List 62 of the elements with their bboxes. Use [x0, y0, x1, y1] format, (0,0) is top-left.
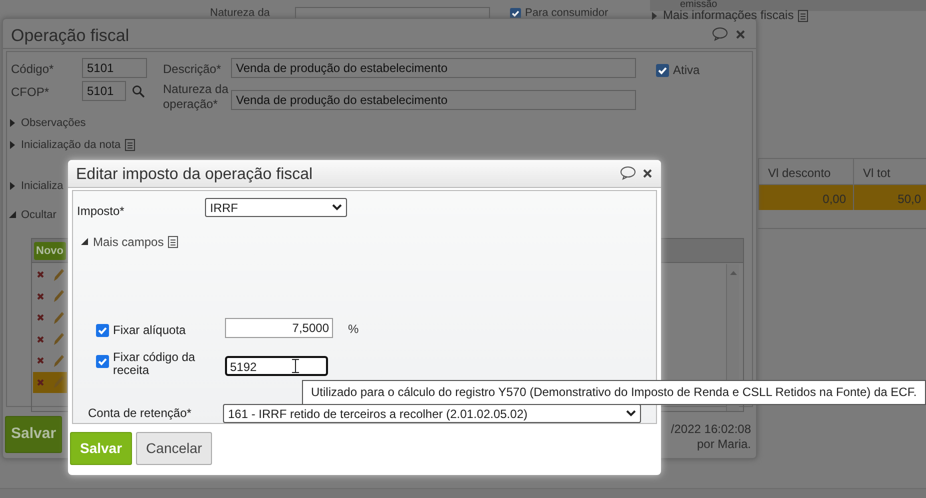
- save-button[interactable]: Salvar: [5, 416, 62, 452]
- delete-icon[interactable]: [37, 336, 44, 342]
- note-icon: [168, 236, 178, 248]
- section-toggle[interactable]: Inicialização da nota: [21, 138, 121, 152]
- audit-text: por Maria.: [696, 437, 751, 452]
- section-toggle[interactable]: Mais informações fiscais: [663, 9, 794, 22]
- section-toggle[interactable]: Ocultar: [21, 208, 56, 222]
- column-header[interactable]: Vl tot: [853, 159, 926, 184]
- table-row[interactable]: [33, 372, 67, 392]
- section-toggle[interactable]: Mais campos: [93, 233, 164, 251]
- checkbox[interactable]: [510, 8, 521, 19]
- checkbox-label: Fixar código da receita: [113, 351, 196, 377]
- delete-icon[interactable]: [37, 314, 44, 321]
- close-icon[interactable]: [643, 169, 652, 178]
- checkbox[interactable]: [656, 64, 669, 76]
- unit-label: %: [348, 321, 359, 338]
- delete-icon[interactable]: [37, 292, 44, 300]
- table-cell: 0,00: [758, 185, 853, 210]
- text-cursor-icon: [292, 359, 299, 373]
- triangle-icon[interactable]: [80, 237, 89, 247]
- input-field[interactable]: 5101: [82, 58, 147, 78]
- dialog-title: Operação fiscal: [3, 19, 756, 49]
- chevron-down-icon: [332, 204, 342, 211]
- input-field[interactable]: Venda de produção do estabelecimento: [231, 90, 636, 110]
- checkbox[interactable]: [96, 324, 109, 336]
- input-field[interactable]: Venda de produção do estabelecimento: [231, 58, 636, 78]
- field-label: Descrição*: [163, 62, 222, 77]
- field-label: Imposto*: [77, 204, 124, 219]
- input-field[interactable]: 5192: [225, 356, 328, 376]
- checkbox-label: Para consumidor: [525, 7, 608, 20]
- checkbox[interactable]: [96, 355, 109, 368]
- field-label: Natureza da operação*: [163, 82, 230, 112]
- select-field[interactable]: 161 - IRRF retido de terceiros a recolher (2.01.02.05.02): [223, 404, 641, 423]
- note-icon: [798, 10, 808, 22]
- cancel-button[interactable]: Cancelar: [136, 432, 212, 465]
- checkbox-label: Ativa: [673, 62, 700, 79]
- delete-icon[interactable]: [37, 271, 44, 278]
- input-field[interactable]: 7,5000: [225, 318, 333, 338]
- input-field[interactable]: 5101: [82, 81, 126, 101]
- table-cell: 50,0: [853, 185, 926, 210]
- section-toggle[interactable]: Observações: [21, 116, 86, 130]
- field-label: CFOP*: [11, 85, 50, 100]
- tooltip: Utilizado para o cálculo do registro Y570 (Demonstrativo do Imposto de Renda e CSLL Retidos na Fonte) da ECF.: [302, 380, 926, 405]
- checkbox-label: Fixar alíquota: [113, 322, 186, 339]
- field-label: emissão: [680, 0, 718, 10]
- field-label: Natureza da: [210, 7, 270, 20]
- chevron-down-icon: [626, 410, 636, 417]
- column-header[interactable]: Vl desconto: [758, 159, 853, 184]
- field-label: Código*: [11, 62, 54, 77]
- select-field[interactable]: IRRF: [205, 198, 347, 217]
- search-icon[interactable]: [132, 85, 145, 98]
- delete-icon[interactable]: [37, 378, 44, 386]
- new-button[interactable]: Novo: [34, 242, 66, 260]
- table-row[interactable]: 0,00 50,0: [758, 185, 926, 210]
- field-label: Conta de retenção*: [88, 406, 192, 421]
- comment-icon[interactable]: [620, 166, 636, 180]
- section-toggle[interactable]: Inicializa: [21, 179, 64, 193]
- comment-icon[interactable]: [712, 27, 728, 41]
- dialog-title: Editar imposto da operação fiscal: [68, 160, 661, 188]
- audit-text: /2022 16:02:08: [670, 422, 751, 437]
- save-button[interactable]: Salvar: [70, 432, 132, 465]
- delete-icon[interactable]: [37, 357, 44, 364]
